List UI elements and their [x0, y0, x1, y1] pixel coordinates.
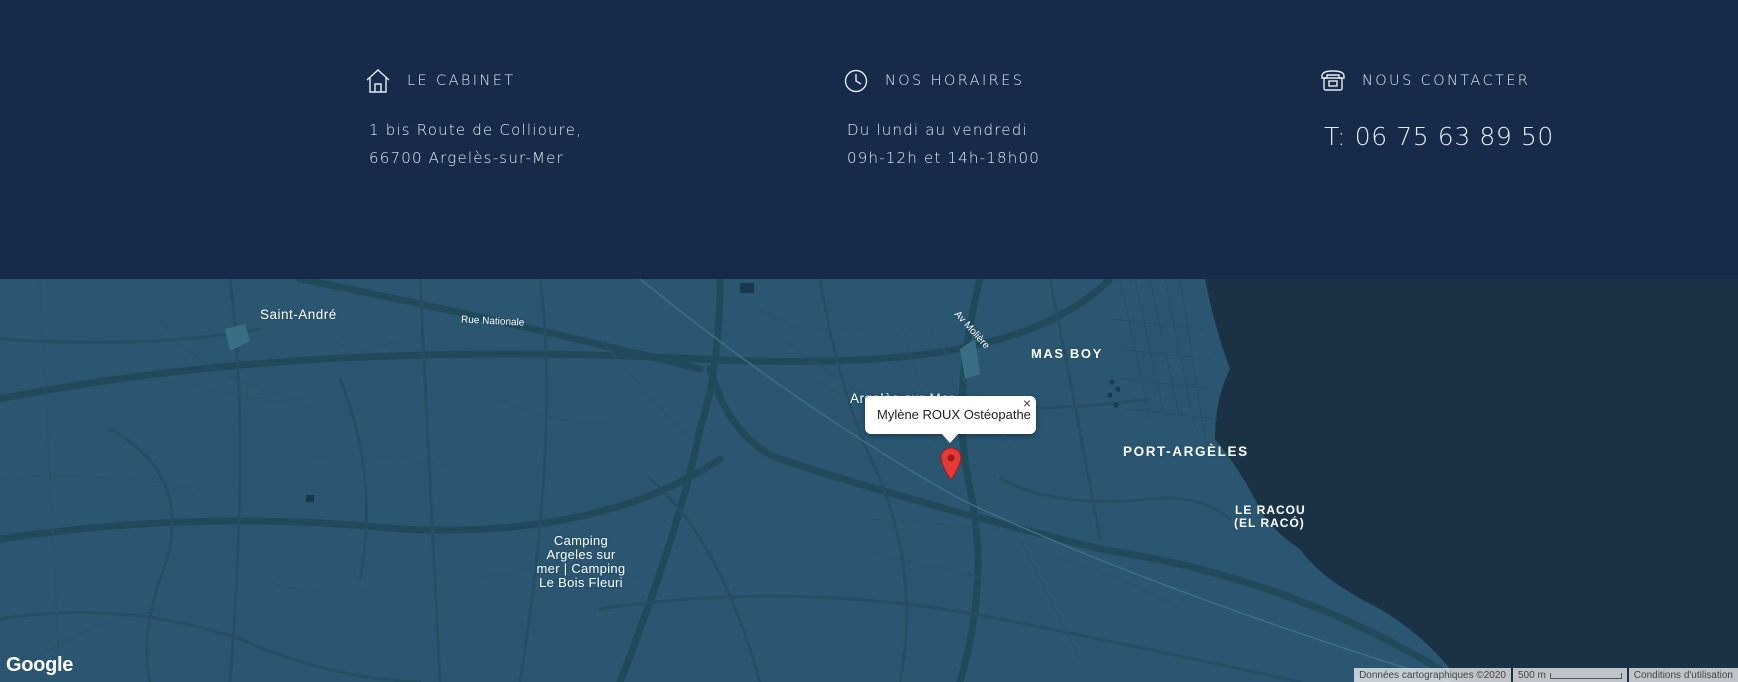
contact-column: NOUS CONTACTER T: 06 75 63 89 50 [1320, 68, 1554, 151]
cabinet-title: LE CABINET [407, 73, 516, 89]
park-area [225, 324, 250, 351]
place-label: (EL RACÓ) [1234, 516, 1305, 530]
building-block [740, 283, 754, 293]
poi-camping-label[interactable]: Camping Argeles sur mer | Camping Le Boi… [535, 534, 627, 590]
cabinet-header: LE CABINET [365, 68, 582, 94]
cabinet-column: LE CABINET 1 bis Route de Collioure, 667… [365, 68, 582, 172]
phone-icon [1321, 70, 1345, 91]
scale-bar [1549, 672, 1622, 679]
place-label: PORT-ARGÈLES [1123, 444, 1249, 459]
horaires-column: NOS HORAIRES Du lundi au vendredi 09h-12… [843, 68, 1040, 172]
close-icon[interactable]: × [1020, 396, 1034, 410]
map-scale[interactable]: 500 m [1513, 668, 1627, 682]
map-data-attribution[interactable]: Données cartographiques ©2020 [1354, 668, 1511, 682]
clock-icon [844, 69, 868, 93]
scale-label: 500 m [1518, 670, 1546, 681]
map-marker-icon[interactable] [940, 447, 962, 481]
building-block [306, 495, 314, 502]
contact-header: NOUS CONTACTER [1320, 68, 1554, 94]
place-label: LE RACOU [1235, 503, 1306, 517]
horaires-days: Du lundi au vendredi [847, 121, 1028, 139]
map-attribution-bar: Données cartographiques ©2020 500 m Cond… [1352, 668, 1738, 682]
poi-line: Camping [553, 533, 609, 548]
house-icon [366, 69, 390, 93]
horaires-header: NOS HORAIRES [843, 68, 1040, 94]
place-label: MAS BOY [1031, 346, 1103, 361]
horaires-hours: 09h-12h et 14h-18h00 [847, 149, 1040, 167]
footer-info-band: LE CABINET 1 bis Route de Collioure, 667… [0, 0, 1738, 279]
poi-line: Le Bois Fleuri [539, 575, 623, 590]
terms-link[interactable]: Conditions d'utilisation [1628, 668, 1738, 682]
contact-title: NOUS CONTACTER [1362, 73, 1531, 89]
horaires-title: NOS HORAIRES [885, 73, 1025, 89]
info-window-title: Mylène ROUX Ostéopathe [877, 407, 1031, 422]
address-line-1: 1 bis Route de Collioure, [369, 121, 583, 139]
google-logo[interactable]: Google [6, 654, 73, 677]
place-label: Saint-André [260, 307, 337, 322]
phone-number-link[interactable]: T: 06 75 63 89 50 [1324, 122, 1554, 151]
map-info-window: Mylène ROUX Ostéopathe × [865, 396, 1036, 443]
poi-line: Argeles sur [546, 547, 616, 562]
google-map[interactable]: Saint-André Rue Nationale Av Molière MAS… [0, 279, 1738, 682]
sea-area [1205, 279, 1738, 682]
poi-line: mer | Camping [536, 561, 626, 576]
address-line-2: 66700 Argelès-sur-Mer [369, 149, 564, 167]
map-roads-layer [0, 279, 1738, 682]
